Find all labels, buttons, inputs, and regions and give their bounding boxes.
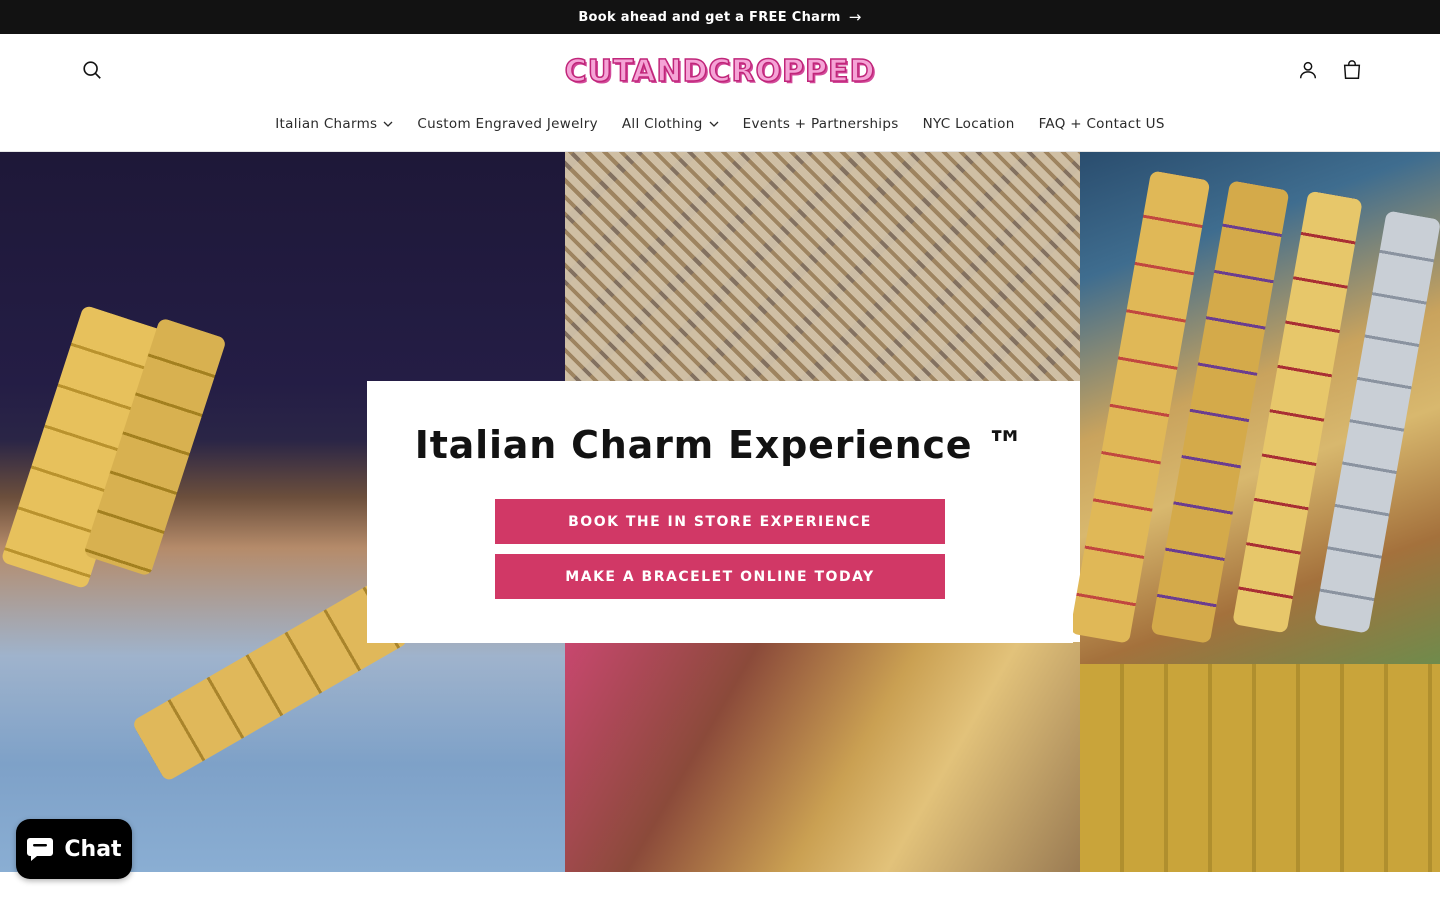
cart-icon (1343, 60, 1361, 79)
hero-title: Italian Charm Experience ™ (414, 423, 1026, 467)
nav-item-italian-charms[interactable]: Italian Charms (263, 116, 405, 132)
cart-button[interactable] (1332, 50, 1372, 90)
chat-button[interactable]: Chat (16, 819, 132, 879)
nav-item-nyc-location[interactable]: NYC Location (911, 116, 1027, 132)
book-in-store-button[interactable]: BOOK THE IN STORE EXPERIENCE (495, 499, 945, 544)
hero-image-charm-tray (565, 152, 1080, 381)
hero-image-gold-bracelets (565, 642, 1080, 872)
site-header: CUTANDCROPPED Italian Charms Custom Engr… (0, 34, 1440, 152)
nav-item-label: FAQ + Contact US (1038, 116, 1165, 132)
make-bracelet-online-button[interactable]: MAKE A BRACELET ONLINE TODAY (495, 554, 945, 599)
nav-item-events-partnerships[interactable]: Events + Partnerships (731, 116, 911, 132)
hero-banner: Italian Charm Experience ™ BOOK THE IN S… (0, 152, 1440, 872)
chevron-down-icon (709, 121, 719, 127)
nav-item-label: Custom Engraved Jewelry (417, 116, 598, 132)
logo-text[interactable]: CUTANDCROPPED (564, 53, 876, 90)
site-logo[interactable]: CUTANDCROPPED (560, 48, 880, 94)
chat-bubble-icon (26, 836, 54, 862)
arrow-right-icon: → (848, 8, 862, 26)
search-icon (83, 61, 101, 79)
nav-item-label: Italian Charms (275, 116, 378, 132)
hero-image-gold-charms (1080, 664, 1440, 872)
nav-item-custom-engraved-jewelry[interactable]: Custom Engraved Jewelry (405, 116, 609, 132)
nav-item-label: Events + Partnerships (742, 116, 899, 132)
account-button[interactable] (1288, 50, 1328, 90)
main-nav: Italian Charms Custom Engraved Jewelry A… (0, 110, 1440, 138)
hero-content-box: Italian Charm Experience ™ BOOK THE IN S… (367, 381, 1073, 643)
account-icon (1299, 61, 1317, 79)
nav-item-label: All Clothing (621, 116, 703, 132)
chat-label: Chat (64, 836, 122, 862)
nav-item-all-clothing[interactable]: All Clothing (610, 116, 731, 132)
announcement-bar[interactable]: Book ahead and get a FREE Charm → (0, 0, 1440, 34)
chevron-down-icon (383, 121, 393, 127)
nav-item-label: NYC Location (922, 116, 1015, 132)
announcement-text[interactable]: Book ahead and get a FREE Charm (578, 10, 840, 25)
nav-item-faq-contact[interactable]: FAQ + Contact US (1027, 116, 1177, 132)
search-button[interactable] (72, 50, 112, 90)
